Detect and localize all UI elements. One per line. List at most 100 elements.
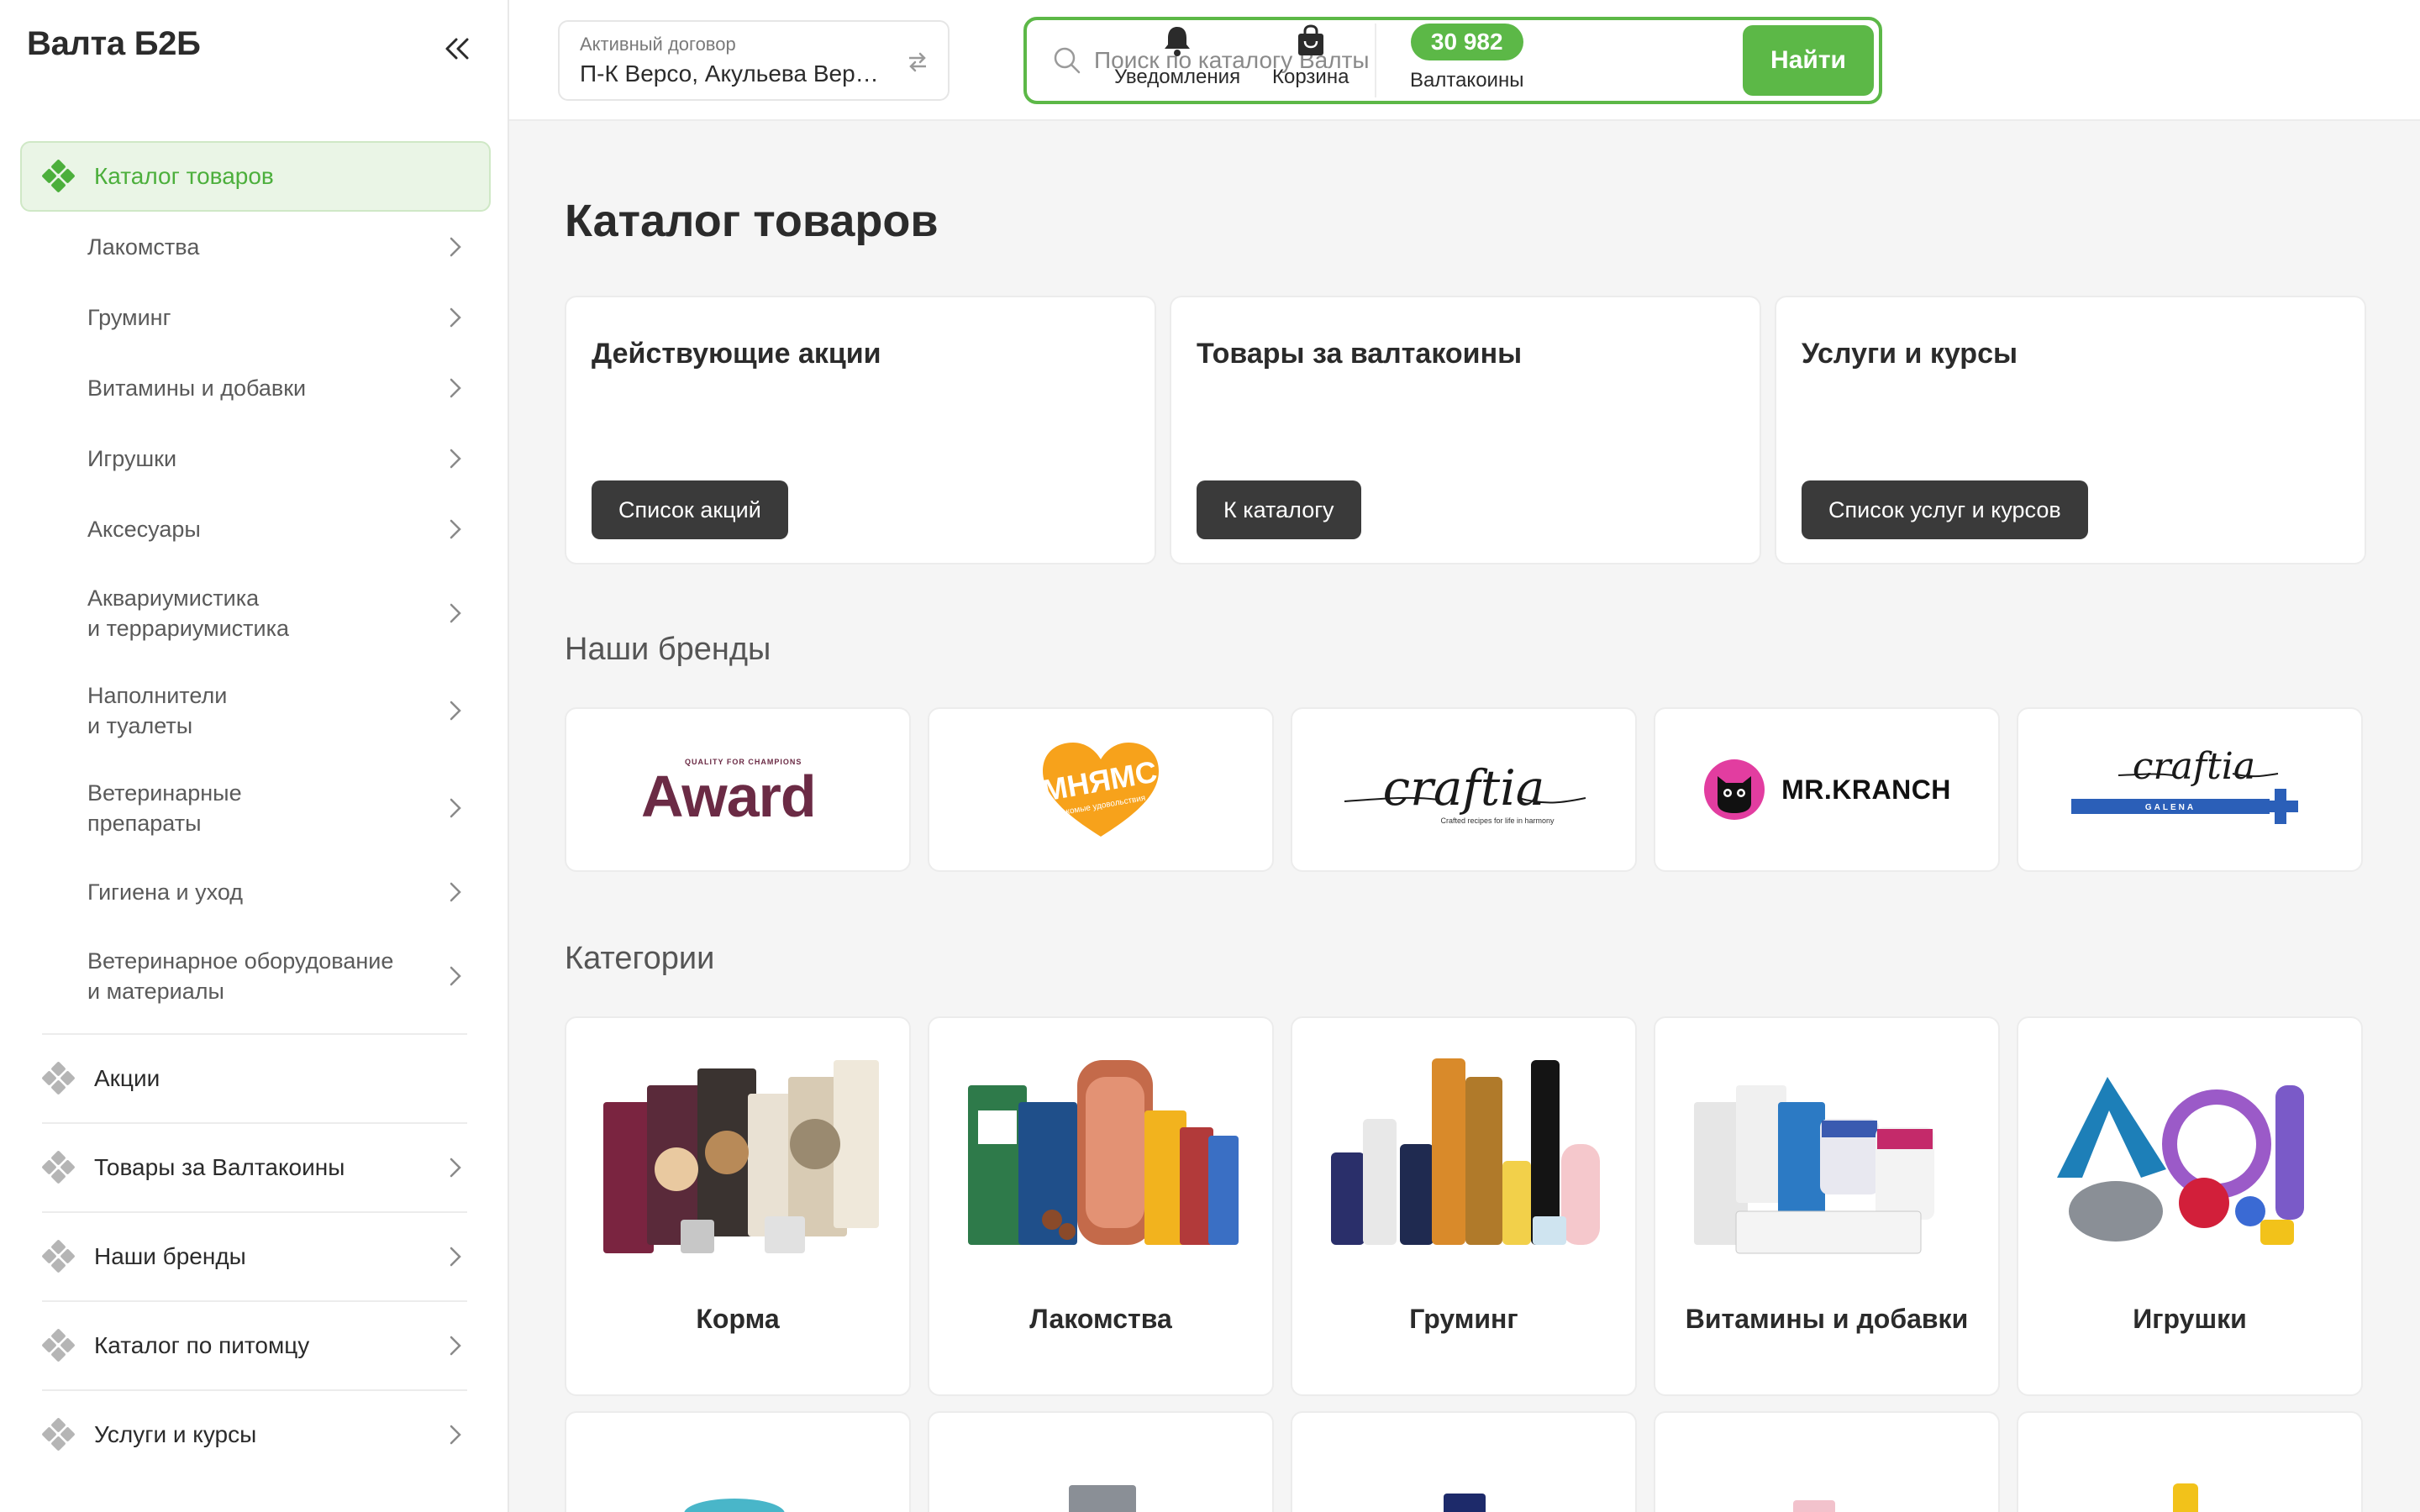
category-card-treats[interactable]: Лакомства — [928, 1016, 1274, 1396]
category-card-toys[interactable]: Игрушки — [2017, 1016, 2363, 1396]
craftia-name: craftia — [1383, 759, 1545, 816]
chevron-right-icon — [450, 701, 461, 721]
treats-image — [968, 1060, 1239, 1245]
chevron-right-icon — [450, 1247, 461, 1267]
mrkranch-logo: MR.KRANCH — [1702, 758, 1951, 822]
grid-icon — [41, 1150, 76, 1184]
promo-card-title: Услуги и курсы — [1802, 338, 2018, 370]
categories-section-title: Категории — [565, 941, 715, 976]
chevron-right-icon — [450, 378, 461, 398]
toys-image — [2057, 1077, 2304, 1245]
vitamins-image — [1694, 1085, 1934, 1254]
promo-card-title: Товары за валтакоины — [1197, 338, 1523, 370]
category-card-vitamins[interactable]: Витамины и добавки — [1654, 1016, 2000, 1396]
sidebar-subitem-accessories[interactable]: Аксесуары — [0, 494, 509, 564]
grid-icon — [41, 1328, 76, 1362]
search-icon — [1054, 47, 1081, 74]
active-contract-selector[interactable]: Активный договор П-К Версо, Акульева Вер… — [558, 20, 950, 101]
promo-card-coins: Товары за валтакоины К каталогу — [1170, 296, 1761, 564]
sidebar-subitem-vet-equipment[interactable]: Ветеринарное оборудование и материалы — [0, 927, 509, 1025]
sidebar-item-services[interactable]: Услуги и курсы — [41, 1389, 467, 1478]
contract-value: П-К Версо, Акульева Вероника — [580, 60, 891, 87]
sidebar-subitem-litter[interactable]: Наполнители и туалеты — [0, 662, 509, 759]
sidebar-item-catalog[interactable]: Каталог товаров — [20, 141, 491, 212]
category-card-partial[interactable] — [2017, 1411, 2363, 1512]
chevron-right-icon — [450, 519, 461, 539]
mnyams-heart-logo: МНЯМС лакомые удовольствия — [1039, 743, 1160, 837]
sidebar-subitem-label: Лакомства — [87, 234, 200, 260]
top-header: Активный договор П-К Версо, Акульева Вер… — [509, 0, 2420, 121]
craftia-tagline: Crafted recipes for life in harmony — [1440, 816, 1555, 825]
category-card-food[interactable]: Корма — [565, 1016, 911, 1396]
chevron-right-icon — [450, 882, 461, 902]
notifications-button[interactable]: Уведомления — [1114, 24, 1240, 89]
chevron-right-icon — [450, 1425, 461, 1445]
search-button[interactable]: Найти — [1743, 25, 1874, 96]
services-list-button[interactable]: Список услуг и курсов — [1802, 480, 2088, 539]
sidebar-subitem-label: Игрушки — [87, 446, 177, 471]
craftia-logo: craftia Crafted recipes for life in harm… — [1344, 759, 1586, 825]
sidebar-subitem-label: Наполнители и туалеты — [87, 683, 228, 738]
bell-icon — [1165, 27, 1191, 56]
category-label: Груминг — [1409, 1304, 1518, 1334]
category-card-partial[interactable] — [565, 1411, 911, 1512]
sidebar-subitem-toys[interactable]: Игрушки — [0, 423, 509, 494]
sidebar-item-brands[interactable]: Наши бренды — [41, 1211, 467, 1300]
sidebar-subitem-treats[interactable]: Лакомства — [0, 212, 509, 282]
cart-label: Корзина — [1272, 66, 1349, 88]
category-label: Корма — [696, 1304, 780, 1334]
sidebar-item-promotions[interactable]: Акции — [41, 1033, 467, 1122]
coins-balance-button[interactable]: 30 982 Валтакоины — [1410, 24, 1523, 92]
brand-card-award[interactable]: QUALITY FOR CHAMPIONS Award — [565, 707, 911, 872]
sidebar-subitem-label: Ветеринарное оборудование и материалы — [87, 948, 394, 1004]
catalog-subcategory-list: Лакомства Груминг Витамины и добавки Игр… — [0, 212, 509, 1025]
brand-card-mrkranch[interactable]: MR.KRANCH — [1654, 707, 2000, 872]
category-card-partial[interactable] — [1654, 1411, 2000, 1512]
award-name: Award — [641, 764, 817, 829]
sidebar-item-label: Акции — [94, 1065, 160, 1091]
category-image-partial — [1069, 1485, 1136, 1512]
double-chevron-left-icon — [445, 38, 469, 60]
sidebar-subitem-label: Аквариумистика и террариумистика — [87, 585, 290, 641]
category-card-grooming[interactable]: Груминг — [1291, 1016, 1637, 1396]
promo-card-services: Услуги и курсы Список услуг и курсов — [1775, 296, 2366, 564]
sidebar-item-coin-goods[interactable]: Товары за Валтакоины — [41, 1122, 467, 1211]
coins-label: Валтакоины — [1410, 69, 1524, 92]
brand-card-mnyams[interactable]: МНЯМС лакомые удовольствия — [928, 707, 1274, 872]
category-label: Витамины и добавки — [1685, 1304, 1969, 1334]
cart-button[interactable]: Корзина — [1272, 24, 1349, 89]
sidebar-subitem-vet-drugs[interactable]: Ветеринарные препараты — [0, 759, 509, 857]
sidebar-subitem-label: Гигиена и уход — [87, 879, 244, 905]
brand-card-craftia[interactable]: craftia Crafted recipes for life in harm… — [1291, 707, 1637, 872]
category-card-partial[interactable] — [928, 1411, 1274, 1512]
swap-icon — [909, 52, 926, 72]
sidebar-subitem-grooming[interactable]: Груминг — [0, 282, 509, 353]
category-image-partial — [2173, 1483, 2198, 1512]
sidebar-item-pet-catalog[interactable]: Каталог по питомцу — [41, 1300, 467, 1389]
mrkranch-name: MR.KRANCH — [1781, 774, 1951, 805]
sidebar-subitem-label: Ветеринарные препараты — [87, 780, 242, 836]
shopping-bag-icon — [1297, 24, 1323, 55]
promo-list-button[interactable]: Список акций — [592, 480, 788, 539]
to-catalog-button[interactable]: К каталогу — [1197, 480, 1361, 539]
sidebar-subitem-aquarium[interactable]: Аквариумистика и террариумистика — [0, 564, 509, 662]
chevron-right-icon — [450, 603, 461, 623]
app-logo[interactable]: Валта Б2Б — [27, 25, 201, 63]
chevron-right-icon — [450, 966, 461, 986]
category-card-partial[interactable] — [1291, 1411, 1637, 1512]
brands-section-title: Наши бренды — [565, 632, 771, 667]
sidebar-subitem-vitamins[interactable]: Витамины и добавки — [0, 353, 509, 423]
craftia-galena-logo: craftia GALENA — [2071, 745, 2298, 824]
chevron-right-icon — [450, 1158, 461, 1178]
sidebar-subitem-label: Груминг — [87, 305, 171, 330]
brand-card-craftia-galena[interactable]: craftia GALENA — [2017, 707, 2363, 872]
grid-icon — [41, 1417, 76, 1452]
sidebar: Валта Б2Б Каталог товаров Лакомства Грум… — [0, 0, 509, 1512]
sidebar-subitem-hygiene[interactable]: Гигиена и уход — [0, 857, 509, 927]
collapse-sidebar-button[interactable] — [439, 30, 476, 67]
category-label: Игрушки — [2133, 1304, 2247, 1334]
grid-icon — [41, 1239, 76, 1273]
chevron-right-icon — [450, 237, 461, 257]
sidebar-main-list: Акции Товары за Валтакоины Наши бренды К… — [0, 1033, 509, 1478]
page-title: Каталог товаров — [565, 196, 939, 246]
